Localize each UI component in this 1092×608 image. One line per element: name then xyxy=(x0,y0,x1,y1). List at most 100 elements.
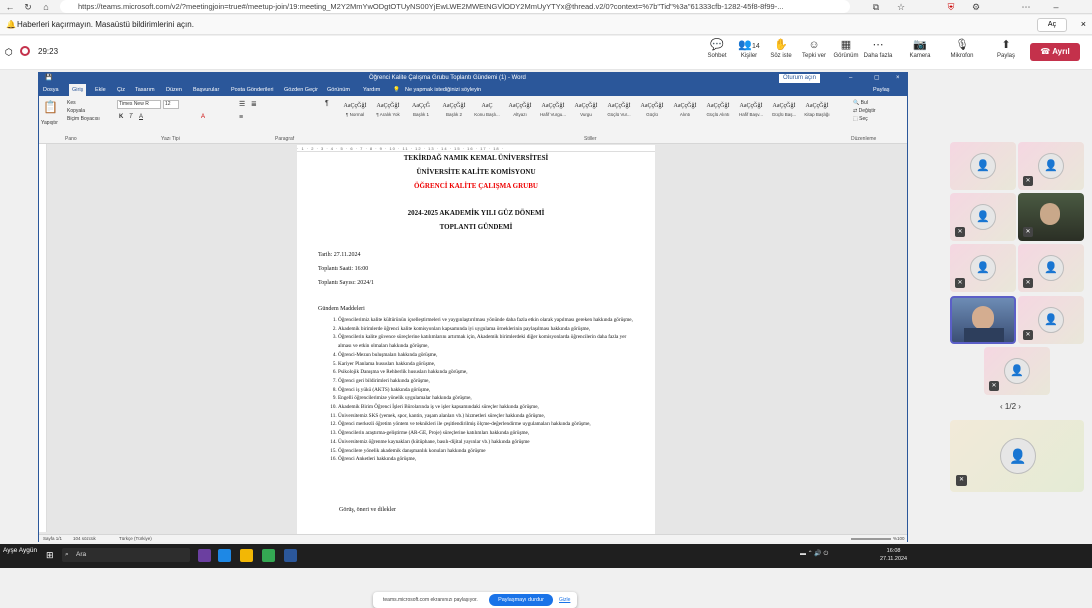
leave-button[interactable]: ☎ Ayrıl xyxy=(1030,43,1080,61)
share-link[interactable]: Paylaş xyxy=(873,84,890,96)
underline-icon[interactable]: A xyxy=(139,114,143,120)
tab-basvurular[interactable]: Başvurular xyxy=(193,84,219,96)
participant-tile[interactable]: 👤 ✕ xyxy=(1018,142,1084,190)
favorite-icon[interactable]: ☆ xyxy=(895,1,907,13)
windows-start-icon[interactable]: ⊞ xyxy=(46,550,54,561)
home-icon[interactable]: ⌂ xyxy=(40,1,52,13)
participant-tile[interactable]: 👤 ✕ xyxy=(950,244,1016,292)
address-bar[interactable]: https://teams.microsoft.com/v2/?meetingj… xyxy=(60,0,850,13)
tab-yardim[interactable]: Yardım xyxy=(363,84,380,96)
chat-button[interactable]: 💬 Sohbet xyxy=(699,39,735,59)
align-left-icon[interactable]: ≡ xyxy=(239,114,243,121)
style-option[interactable]: AaÇçĞğİ Güçlü Vur... xyxy=(603,100,635,126)
numbering-icon[interactable]: ≣ xyxy=(251,100,257,108)
style-option[interactable]: AaÇçĞğİ Altyazı xyxy=(504,100,536,126)
close-icon[interactable]: × xyxy=(1081,19,1086,29)
tab-giris[interactable]: Giriş xyxy=(69,84,87,96)
tab-posta[interactable]: Posta Gönderileri xyxy=(231,84,274,96)
font-color-icon[interactable]: A xyxy=(201,114,205,120)
participant-tile[interactable]: 👤 ✕ xyxy=(1018,244,1084,292)
tab-tasarim[interactable]: Tasarım xyxy=(135,84,155,96)
tab-ciz[interactable]: Çiz xyxy=(117,84,125,96)
app-icon[interactable] xyxy=(198,549,211,562)
style-option[interactable]: AaÇçĞğİ Başlık 2 xyxy=(438,100,470,126)
save-icon[interactable]: 💾 xyxy=(45,73,52,84)
italic-icon[interactable]: T xyxy=(129,114,133,120)
extensions-icon[interactable]: ⧉ xyxy=(870,1,882,13)
style-option[interactable]: AaÇçĞğİ Güçlü xyxy=(636,100,668,126)
edge-icon[interactable] xyxy=(218,549,231,562)
participant-tile[interactable]: 👤 ✕ xyxy=(950,420,1084,492)
taskbar-clock[interactable]: 16:08 27.11.2024 xyxy=(880,547,907,563)
minimize-icon[interactable]: – xyxy=(1050,1,1062,13)
copy-button[interactable]: Kopyala xyxy=(67,108,85,114)
maximize-icon[interactable]: ▢ xyxy=(874,73,880,84)
style-option[interactable]: AaÇ Konu Başlı... xyxy=(471,100,503,126)
zoom-level[interactable]: %100 xyxy=(893,535,905,543)
tab-ekle[interactable]: Ekle xyxy=(95,84,106,96)
mic-button[interactable]: 🎙 Mikrofon xyxy=(944,39,980,59)
back-icon[interactable]: ← xyxy=(4,1,16,13)
system-tray[interactable]: ▬ ⌃ 🔊 ⏻ xyxy=(800,550,828,558)
pilcrow-icon[interactable]: ¶ xyxy=(325,100,329,107)
participant-tile[interactable]: 👤 xyxy=(950,142,1016,190)
tab-duzen[interactable]: Düzen xyxy=(166,84,182,96)
taskbar-search[interactable]: ⌕ Ara xyxy=(62,548,190,562)
hide-link[interactable]: Gizle xyxy=(559,597,570,603)
participant-tile[interactable]: 👤 ✕ xyxy=(950,193,1016,241)
style-option[interactable]: AaÇçĞ Başlık 1 xyxy=(405,100,437,126)
style-option[interactable]: AaÇçĞğİ ¶ Normal xyxy=(339,100,371,126)
zoom-slider[interactable] xyxy=(851,538,891,540)
bold-icon[interactable]: K xyxy=(119,114,123,120)
style-option[interactable]: AaÇçĞğİ Güçlü Baş... xyxy=(768,100,800,126)
style-option[interactable]: AaÇçĞğİ Güçlü Alıntı xyxy=(702,100,734,126)
format-painter-button[interactable]: Biçim Boyacısı xyxy=(67,116,100,122)
signin-button[interactable]: Oturum açın xyxy=(779,74,821,83)
participant-tile[interactable]: 👤 ✕ xyxy=(984,347,1050,395)
people-button[interactable]: 👥14 Kişiler xyxy=(731,39,767,59)
chrome-icon[interactable] xyxy=(262,549,275,562)
raise-hand-button[interactable]: ✋ Söz iste xyxy=(763,39,799,59)
minimize-icon[interactable]: – xyxy=(849,73,852,84)
participant-tile[interactable]: 👤 ✕ xyxy=(1018,296,1084,344)
share-button[interactable]: ⬆ Paylaş xyxy=(988,39,1024,59)
tab-gorunum[interactable]: Görünüm xyxy=(327,84,350,96)
close-icon[interactable]: × xyxy=(896,73,900,84)
participants-pager[interactable]: ‹ 1/2 › xyxy=(1000,402,1021,411)
style-option[interactable]: AaÇçĞğİ Vurgu xyxy=(570,100,602,126)
style-option[interactable]: AaÇçĞğİ Hafif Vurgu... xyxy=(537,100,569,126)
participant-video-tile[interactable]: ✕ xyxy=(1018,193,1084,241)
select-button[interactable]: ⬚ Seç xyxy=(853,116,868,122)
cut-button[interactable]: Kes xyxy=(67,100,76,106)
participant-video-tile[interactable] xyxy=(950,296,1016,344)
find-button[interactable]: 🔍 Bul xyxy=(853,100,868,106)
notification-accept-button[interactable]: Aç xyxy=(1037,18,1067,32)
stop-sharing-button[interactable]: Paylaşmayı durdur xyxy=(489,594,553,606)
shield-icon[interactable]: ⛨ xyxy=(945,1,957,13)
view-button[interactable]: ▦ Görünüm xyxy=(828,39,864,59)
language[interactable]: Türkçe (Türkiye) xyxy=(119,535,152,543)
more-button[interactable]: ⋯ Daha fazla xyxy=(860,39,896,59)
style-option[interactable]: AaÇçĞğİ Hafif Başv... xyxy=(735,100,767,126)
font-name-select[interactable]: Times New R xyxy=(117,100,161,109)
font-size-select[interactable]: 12 xyxy=(163,100,179,109)
react-button[interactable]: ☺ Tepki ver xyxy=(796,39,832,59)
bullets-icon[interactable]: ☰ xyxy=(239,100,245,108)
tell-me-input[interactable]: Ne yapmak istediğinizi söyleyin xyxy=(405,84,481,96)
more-icon[interactable]: ⋯ xyxy=(1020,1,1032,13)
reload-icon[interactable]: ↻ xyxy=(22,1,34,13)
paste-label[interactable]: Yapıştır xyxy=(41,120,58,126)
style-option[interactable]: AaÇçĞğİ Alıntı xyxy=(669,100,701,126)
explorer-icon[interactable] xyxy=(240,549,253,562)
settings-icon[interactable]: ⚙ xyxy=(970,1,982,13)
tab-gozden-gecir[interactable]: Gözden Geçir xyxy=(284,84,318,96)
camera-button[interactable]: 📷 Kamera xyxy=(902,39,938,59)
paste-icon[interactable]: 📋 xyxy=(43,100,58,114)
style-option[interactable]: AaÇçĞğİ ¶ Aralık Yok xyxy=(372,100,404,126)
style-option[interactable]: AaÇçĞğİ Kitap Başlığı xyxy=(801,100,833,126)
tab-dosya[interactable]: Dosya xyxy=(43,84,59,96)
document-page[interactable]: TEKİRDAĞ NAMIK KEMAL ÜNİVERSİTESİ ÜNİVER… xyxy=(297,152,655,534)
word-icon[interactable] xyxy=(284,549,297,562)
mic-off-icon: ✕ xyxy=(989,381,999,391)
replace-button[interactable]: ⇄ Değiştir xyxy=(853,108,876,114)
